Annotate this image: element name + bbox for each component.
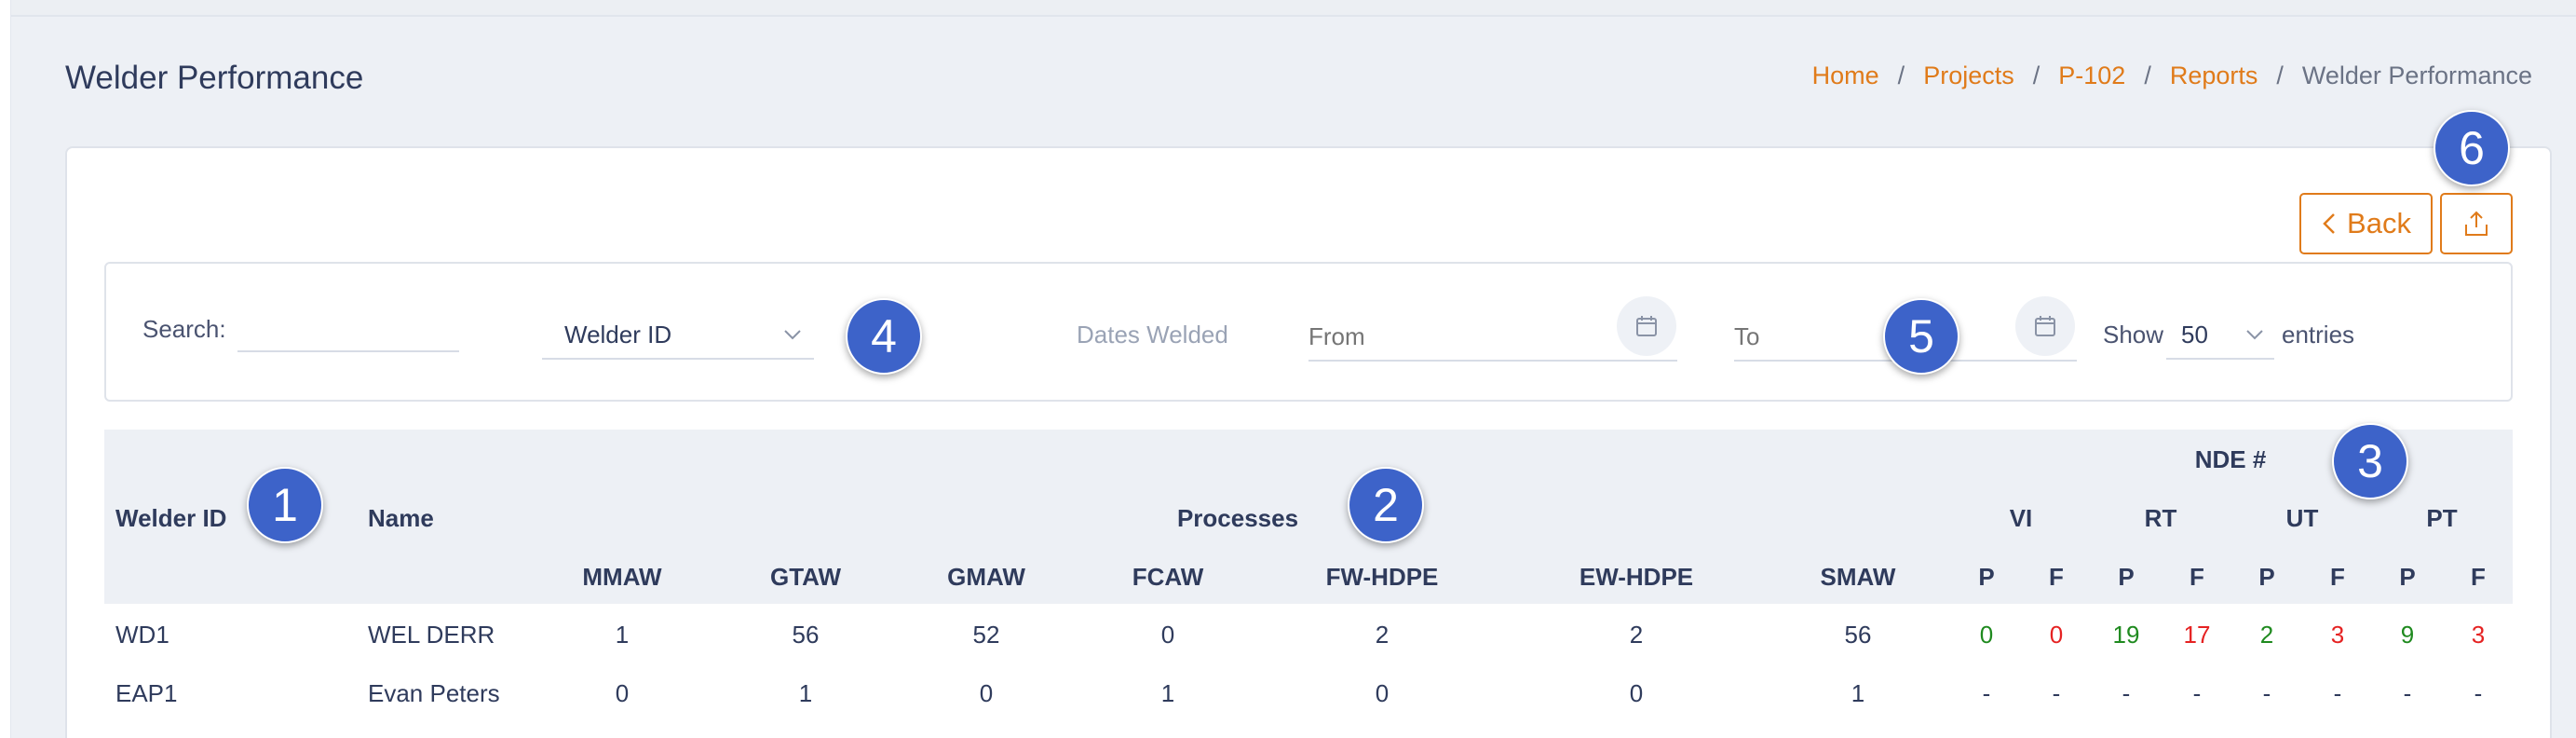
cell-welder-id: EAP1 <box>115 679 178 707</box>
cell-pt-fail: - <box>2474 679 2483 707</box>
cell-welder-id: WD1 <box>115 621 169 649</box>
cell-ut-pass: 2 <box>2259 621 2274 649</box>
header-fw-hdpe[interactable]: FW-HDPE <box>1326 563 1439 592</box>
share-upload-icon <box>2465 211 2488 236</box>
calendar-icon <box>1636 316 1657 336</box>
header-pt-fail: F <box>2471 563 2486 591</box>
breadcrumb: Home / Projects / P-102 / Reports / Weld… <box>1812 62 2532 90</box>
entries-label: entries <box>2282 321 2355 348</box>
cell-fcaw: 0 <box>1160 621 1175 649</box>
cell-gmaw: 0 <box>979 679 994 707</box>
search-label: Search: <box>142 315 226 343</box>
callout-marker-1: 1 <box>247 467 323 543</box>
breadcrumb-project[interactable]: P-102 <box>2058 62 2125 90</box>
breadcrumb-separator: / <box>2144 62 2151 89</box>
cell-gtaw: 1 <box>798 679 813 707</box>
breadcrumb-current: Welder Performance <box>2301 62 2532 89</box>
cell-rt-fail: 17 <box>2183 621 2211 649</box>
cell-vi-fail: - <box>2052 679 2061 707</box>
header-name[interactable]: Name <box>368 504 434 533</box>
header-processes: Processes <box>1176 504 1299 532</box>
breadcrumb-home[interactable]: Home <box>1812 62 1879 90</box>
breadcrumb-reports[interactable]: Reports <box>2170 62 2258 90</box>
cell-pt-fail: 3 <box>2471 621 2486 649</box>
cell-vi-pass: 0 <box>1979 621 1994 649</box>
cell-smaw: 56 <box>1844 621 1872 649</box>
cell-name: WEL DERR <box>368 621 495 649</box>
header-ut-pass: P <box>2258 563 2275 591</box>
back-button[interactable]: Back <box>2299 193 2433 254</box>
breadcrumb-projects[interactable]: Projects <box>1923 62 2014 90</box>
header-nde-vi: VI <box>2009 504 2033 532</box>
header-rt-pass: P <box>2118 563 2135 591</box>
page-size-value: 50 <box>2181 320 2208 348</box>
callout-marker-6: 6 <box>2434 110 2510 186</box>
breadcrumb-separator: / <box>2032 62 2040 89</box>
header-ew-hdpe[interactable]: EW-HDPE <box>1579 563 1693 592</box>
header-vi-pass: P <box>1978 563 1995 591</box>
date-from-picker[interactable] <box>1617 296 1676 356</box>
cell-rt-pass: 19 <box>2112 621 2140 649</box>
header-mmaw[interactable]: MMAW <box>582 563 661 592</box>
header-nde-pt: PT <box>2426 504 2458 532</box>
cell-ew-hdpe: 0 <box>1629 679 1644 707</box>
header-fcaw[interactable]: FCAW <box>1132 563 1204 592</box>
cell-ut-fail: 3 <box>2330 621 2345 649</box>
page-title: Welder Performance <box>65 60 364 96</box>
cell-rt-fail: - <box>2192 679 2202 707</box>
cell-gtaw: 56 <box>792 621 820 649</box>
header-smaw[interactable]: SMAW <box>1821 563 1896 592</box>
header-pt-pass: P <box>2399 563 2416 591</box>
calendar-icon <box>2035 316 2055 336</box>
header-gtaw[interactable]: GTAW <box>770 563 841 592</box>
cell-ew-hdpe: 2 <box>1629 621 1644 649</box>
header-ut-fail: F <box>2330 563 2345 591</box>
cell-gmaw: 52 <box>972 621 1000 649</box>
top-bar <box>0 0 2576 17</box>
header-nde: NDE # <box>2194 445 2267 473</box>
cell-ut-fail: - <box>2333 679 2342 707</box>
header-rt-fail: F <box>2190 563 2204 591</box>
search-input[interactable] <box>237 311 459 352</box>
breadcrumb-separator: / <box>1897 62 1905 89</box>
cell-vi-pass: - <box>1982 679 1991 707</box>
cell-smaw: 1 <box>1851 679 1865 707</box>
show-label: Show <box>2103 321 2164 348</box>
header-nde-ut: UT <box>2285 504 2319 532</box>
header-gmaw[interactable]: GMAW <box>947 563 1025 592</box>
page-size-select[interactable]: 50 <box>2166 311 2274 360</box>
cell-mmaw: 0 <box>615 679 630 707</box>
cell-rt-pass: - <box>2122 679 2131 707</box>
header-vi-fail: F <box>2049 563 2064 591</box>
callout-marker-5: 5 <box>1883 298 1959 375</box>
callout-marker-3: 3 <box>2332 423 2408 499</box>
chevron-left-icon <box>2323 213 2335 234</box>
cell-pt-pass: 9 <box>2400 621 2415 649</box>
chevron-down-icon <box>2246 330 2263 340</box>
dates-welded-label: Dates Welded <box>1077 321 1228 348</box>
callout-marker-2: 2 <box>1348 467 1424 543</box>
cell-name: Evan Peters <box>368 679 500 707</box>
cell-vi-fail: 0 <box>2049 621 2064 649</box>
left-sidebar-edge <box>0 0 11 738</box>
back-button-label: Back <box>2347 207 2411 239</box>
header-nde-rt: RT <box>2144 504 2177 532</box>
search-field-value: Welder ID <box>564 320 672 348</box>
breadcrumb-separator: / <box>2276 62 2284 89</box>
date-to-picker[interactable] <box>2015 296 2075 356</box>
cell-fw-hdpe: 2 <box>1375 621 1390 649</box>
export-button[interactable] <box>2440 193 2513 254</box>
cell-fcaw: 1 <box>1160 679 1175 707</box>
cell-fw-hdpe: 0 <box>1375 679 1390 707</box>
search-field-select[interactable]: Welder ID <box>542 311 814 360</box>
cell-mmaw: 1 <box>615 621 630 649</box>
chevron-down-icon <box>784 330 801 340</box>
callout-marker-4: 4 <box>846 298 922 375</box>
cell-pt-pass: - <box>2403 679 2412 707</box>
cell-ut-pass: - <box>2262 679 2271 707</box>
header-welder-id[interactable]: Welder ID <box>115 504 226 533</box>
